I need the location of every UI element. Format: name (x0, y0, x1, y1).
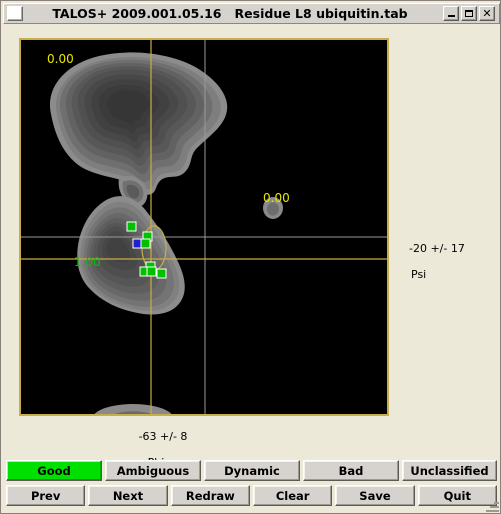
window-menu-icon[interactable] (7, 6, 23, 21)
action-button-prev[interactable]: Prev (6, 485, 86, 506)
prediction-marker[interactable] (140, 238, 151, 249)
phi-caption: -63 +/- 8 Phi (101, 417, 211, 495)
contour-label: 0.00 (47, 52, 74, 66)
button-label: Redraw (185, 488, 235, 503)
resize-grip[interactable] (485, 498, 499, 512)
action-button-next[interactable]: Next (88, 485, 168, 506)
classify-button-ambiguous[interactable]: Ambiguous (105, 460, 201, 481)
classify-button-good[interactable]: Good (6, 460, 102, 481)
button-label: Good (37, 463, 71, 478)
prediction-marker[interactable] (156, 268, 167, 279)
action-button-redraw[interactable]: Redraw (170, 485, 250, 506)
close-button[interactable]: ✕ (479, 6, 495, 21)
maximize-button[interactable] (461, 6, 477, 21)
classification-button-row: Good Ambiguous Dynamic Bad Unclassified (6, 460, 497, 481)
psi-value: -20 +/- 17 (409, 242, 465, 255)
contour-label: 1.00 (74, 255, 101, 269)
button-label: Prev (30, 488, 61, 503)
prediction-marker[interactable] (146, 266, 157, 277)
button-label: Clear (275, 488, 310, 503)
minimize-button[interactable] (443, 6, 459, 21)
button-label: Ambiguous (116, 463, 190, 478)
talos-main-window: TALOS+ 2009.001.05.16 Residue L8 ubiquit… (0, 0, 501, 514)
psi-caption: -20 +/- 17 Psi (395, 229, 465, 307)
contour-label: 0.00 (263, 191, 290, 205)
prediction-marker[interactable] (126, 221, 137, 232)
phi-value: -63 +/- 8 (138, 430, 188, 443)
psi-axis-label: Psi (411, 268, 427, 281)
window-controls: ✕ (443, 6, 495, 21)
plot-frame[interactable]: 0.00 0.00 1.00 (19, 38, 389, 416)
classify-button-dynamic[interactable]: Dynamic (204, 460, 300, 481)
button-label: Unclassified (410, 463, 489, 478)
button-label: Next (112, 488, 144, 503)
classify-button-unclassified[interactable]: Unclassified (402, 460, 497, 481)
window-title: TALOS+ 2009.001.05.16 Residue L8 ubiquit… (52, 6, 408, 21)
action-button-row: Prev Next Redraw Clear Save Quit (6, 485, 497, 506)
close-icon: ✕ (482, 6, 492, 20)
ramachandran-plot-canvas[interactable]: 0.00 0.00 1.00 (21, 40, 387, 414)
maximize-icon (465, 10, 473, 17)
title-bar: TALOS+ 2009.001.05.16 Residue L8 ubiquit… (3, 3, 500, 24)
button-label: Dynamic (224, 463, 280, 478)
action-button-save[interactable]: Save (335, 485, 415, 506)
ramachandran-plot-panel: 0.00 0.00 1.00 (19, 34, 389, 419)
action-button-clear[interactable]: Clear (252, 485, 333, 506)
classify-button-bad[interactable]: Bad (303, 460, 399, 481)
button-label: Bad (338, 463, 364, 478)
button-label: Quit (443, 488, 471, 503)
minimize-icon (447, 15, 455, 17)
button-label: Save (359, 488, 391, 503)
